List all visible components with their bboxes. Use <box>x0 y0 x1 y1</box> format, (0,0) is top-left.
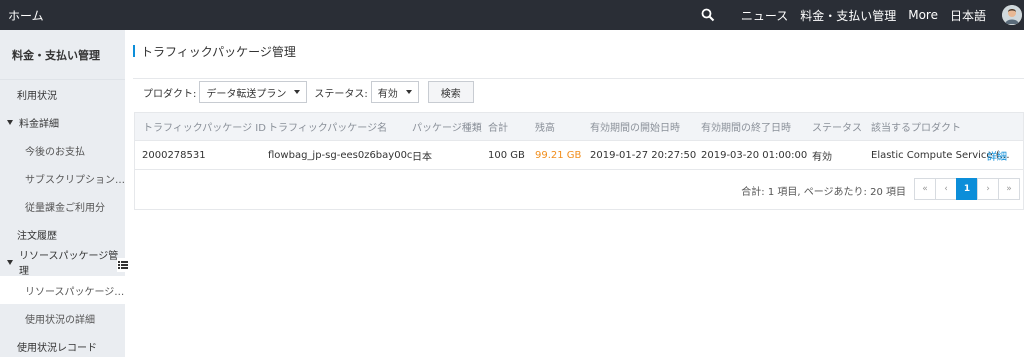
page-title-text: トラフィックパッケージ管理 <box>141 44 296 59</box>
product-select[interactable]: データ転送プラン <box>199 81 308 103</box>
prev-page-button[interactable]: ‹ <box>935 178 957 200</box>
top-nav-right: ニュース 料金・支払い管理 More 日本語 <box>701 0 1024 30</box>
cell-end: 2019-03-20 01:00:00 <box>701 149 808 161</box>
sidebar-item-resource-packages[interactable]: リソースパッケージ… <box>0 276 125 304</box>
cell-start: 2019-01-27 20:27:50 <box>590 149 697 161</box>
title-accent-bar <box>133 45 135 57</box>
sidebar-item-label: 従量課金ご利用分 <box>25 202 105 214</box>
column-header-balance[interactable]: 残高 <box>535 119 555 134</box>
status-select[interactable]: 有効 <box>370 81 419 103</box>
status-select-value: 有効 <box>377 88 398 100</box>
column-header-end[interactable]: 有効期間の終了日時 <box>701 119 791 134</box>
column-header-name[interactable]: トラフィックパッケージ名 <box>268 119 387 134</box>
more-menu[interactable]: More <box>908 8 938 22</box>
product-select-value: データ転送プラン <box>206 88 287 100</box>
last-page-button[interactable]: » <box>998 178 1020 200</box>
chevron-down-icon <box>294 90 301 94</box>
sidebar-item-subscriptions[interactable]: サブスクリプション… <box>0 164 125 192</box>
filter-bar: プロダクト: データ転送プラン ステータス: 有効 検索 <box>143 80 474 104</box>
chevron-down-icon <box>405 90 412 94</box>
column-header-status[interactable]: ステータス <box>812 119 862 134</box>
sidebar-item-usage[interactable]: 利用状況 <box>0 80 125 108</box>
package-table: トラフィックパッケージ ID トラフィックパッケージ名 パッケージ種類 合計 残… <box>134 112 1024 210</box>
detail-link[interactable]: 詳細 <box>987 148 1007 163</box>
sidebar: 料金・支払い管理 利用状況 料金詳細 今後のお支払 サブスクリプション… 従量課… <box>0 30 125 357</box>
caret-down-icon <box>7 119 13 125</box>
cell-name: flowbag_jp-sg-ees0z6bay00c <box>268 149 413 161</box>
page-1-button[interactable]: 1 <box>956 178 978 200</box>
sidebar-item-upcoming-payments[interactable]: 今後のお支払 <box>0 136 125 164</box>
sidebar-item-label: 注文履歴 <box>17 230 57 242</box>
product-filter-label: プロダクト: <box>143 88 197 100</box>
first-page-button[interactable]: « <box>914 178 936 200</box>
sidebar-item-usage-records[interactable]: 使用状況レコード <box>0 332 125 357</box>
search-button[interactable]: 検索 <box>427 81 474 103</box>
sidebar-header: 料金・支払い管理 <box>0 30 125 80</box>
main-content: トラフィックパッケージ管理 プロダクト: データ転送プラン ステータス: 有効 … <box>125 30 1024 357</box>
sidebar-item-order-history[interactable]: 注文履歴 <box>0 220 125 248</box>
table-header: トラフィックパッケージ ID トラフィックパッケージ名 パッケージ種類 合計 残… <box>135 113 1023 140</box>
news-link[interactable]: ニュース <box>741 7 788 24</box>
avatar[interactable] <box>1002 5 1022 25</box>
cell-status: 有効 <box>812 151 832 163</box>
column-header-product[interactable]: 該当するプロダクト <box>871 119 961 134</box>
title-divider <box>133 78 1024 79</box>
top-nav-bar: ホーム ニュース 料金・支払い管理 More 日本語 <box>0 0 1024 30</box>
sidebar-item-label: リソースパッケージ管理 <box>19 251 119 277</box>
next-page-button[interactable]: › <box>977 178 999 200</box>
status-filter-label: ステータス: <box>314 88 368 100</box>
billing-management-link[interactable]: 料金・支払い管理 <box>800 7 896 24</box>
sidebar-item-label: サブスクリプション… <box>25 174 125 186</box>
sidebar-item-resource-package-management[interactable]: リソースパッケージ管理 <box>0 248 125 277</box>
cell-id: 2000278531 <box>142 149 206 161</box>
language-selector[interactable]: 日本語 <box>950 7 986 24</box>
sidebar-item-label: 使用状況レコード <box>17 342 97 354</box>
sidebar-item-label: 今後のお支払 <box>25 146 85 158</box>
cell-total: 100 GB <box>488 149 525 161</box>
sidebar-item-pay-as-you-go[interactable]: 従量課金ご利用分 <box>0 192 125 220</box>
search-icon[interactable] <box>701 8 715 22</box>
column-header-total[interactable]: 合計 <box>488 119 508 134</box>
sidebar-item-label: 料金詳細 <box>19 118 59 130</box>
sidebar-item-billing-details[interactable]: 料金詳細 <box>0 108 125 136</box>
cell-balance: 99.21 GB <box>535 149 582 161</box>
table-row: 2000278531 flowbag_jp-sg-ees0z6bay00c 日本… <box>135 140 1023 169</box>
column-header-id[interactable]: トラフィックパッケージ ID <box>143 119 266 134</box>
column-header-start[interactable]: 有効期間の開始日時 <box>590 119 680 134</box>
pagination-summary: 合計: 1 項目, ページあたり: 20 項目 <box>741 187 906 198</box>
caret-down-icon <box>7 259 13 265</box>
page-title: トラフィックパッケージ管理 <box>133 44 296 59</box>
home-link[interactable]: ホーム <box>8 7 44 24</box>
cell-type: 日本 <box>412 151 432 163</box>
pagination-row: 合計: 1 項目, ページあたり: 20 項目 « ‹ 1 › » <box>135 169 1023 209</box>
sidebar-item-label: 使用状況の詳細 <box>25 314 95 326</box>
pagination: « ‹ 1 › » <box>914 178 1020 200</box>
sidebar-item-usage-details[interactable]: 使用状況の詳細 <box>0 304 125 332</box>
sidebar-item-label: リソースパッケージ… <box>25 286 125 298</box>
column-header-type[interactable]: パッケージ種類 <box>412 119 482 134</box>
sidebar-item-label: 利用状況 <box>17 90 57 102</box>
